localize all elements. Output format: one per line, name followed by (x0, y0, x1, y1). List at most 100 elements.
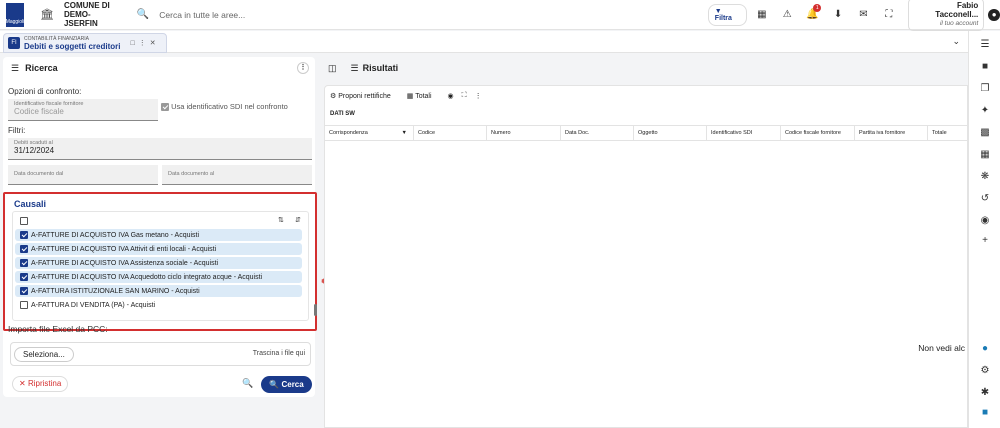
copy-icon[interactable]: ❐ (969, 83, 1000, 94)
causali-title: Causali (14, 199, 47, 209)
column-header[interactable]: Oggetto (634, 126, 707, 141)
usa-sdi-option[interactable]: Usa identificativo SDI nel confronto (161, 102, 288, 112)
warning-icon[interactable]: ⚠ (777, 9, 798, 20)
id-fiscale-value: Codice fiscale (14, 107, 64, 116)
totali-button[interactable]: ▦ Totali (407, 92, 440, 100)
debiti-value: 31/12/2024 (14, 146, 55, 155)
data-al-field[interactable]: Data documento al (162, 165, 312, 185)
book-icon[interactable]: ■ (969, 61, 1000, 72)
more-options-icon[interactable]: ⋮ (297, 62, 309, 74)
search-button[interactable]: 🔍 Cerca (261, 376, 312, 393)
column-header[interactable]: Totale (928, 126, 967, 141)
reset-label: Ripristina (27, 379, 62, 388)
list-item[interactable]: A-FATTURE DI ACQUISTO IVA Attivit di ent… (15, 243, 302, 255)
calculator-icon[interactable]: ▦ (969, 149, 1000, 160)
list-scrollbar[interactable] (314, 304, 317, 316)
item-checkbox[interactable] (20, 259, 28, 267)
filter-icon[interactable]: ▼ (402, 126, 407, 141)
accessibility-icon[interactable]: ✱ (969, 387, 1000, 398)
file-upload[interactable]: Seleziona... Trascina i file qui (10, 342, 311, 366)
item-checkbox[interactable] (20, 245, 28, 253)
item-label: A-FATTURE DI ACQUISTO IVA Attivit di ent… (31, 245, 217, 253)
results-header: ◫ ☰ Risultati (320, 57, 398, 79)
totali-label: Totali (415, 93, 432, 100)
sidebar-toggle-icon[interactable]: ◫ (328, 63, 337, 74)
select-file-button[interactable]: Seleziona... (14, 347, 74, 362)
column-header[interactable]: Codice (414, 126, 487, 141)
column-header[interactable]: Corrispondenza ▼ (325, 126, 414, 141)
sort-desc-icon[interactable]: ⇵ (295, 216, 301, 224)
data-dal-field[interactable]: Data documento dal (8, 165, 158, 185)
chevron-down-icon[interactable]: ⌄ (952, 36, 960, 47)
column-header[interactable]: Identificativo SDI (707, 126, 781, 141)
item-checkbox[interactable] (20, 301, 28, 309)
sort-asc-icon[interactable]: ⇅ (278, 216, 284, 224)
grid-toolbar: ⚙ Proponi rettifiche ▦ Totali ◉ ⛶ ⋮ (330, 92, 490, 100)
filter-label: Filtra (714, 14, 732, 22)
column-label: Totale (932, 130, 947, 136)
plus-icon[interactable]: + (969, 235, 1000, 246)
history-icon[interactable]: ↺ (969, 193, 1000, 204)
app-logo[interactable]: Maggioli (6, 2, 24, 27)
list-item[interactable]: A-FATTURE DI ACQUISTO IVA Assistenza soc… (15, 257, 302, 269)
chat-icon[interactable]: ■ (969, 407, 1000, 418)
column-label: Identificativo SDI (711, 130, 753, 136)
search-icon: 🔍 (269, 380, 280, 389)
debiti-scaduti-field[interactable]: Debiti scaduti al 31/12/2024 (8, 138, 312, 160)
usa-sdi-checkbox[interactable] (161, 103, 169, 112)
expand-icon[interactable]: ⛶ (462, 92, 467, 100)
zoom-search-icon[interactable]: 🔍 (242, 378, 253, 389)
proponi-label: Proponi rettifiche (338, 93, 391, 100)
global-search[interactable]: 🔍 Cerca in tutte le aree... (137, 9, 682, 20)
select-all-checkbox[interactable] (20, 217, 28, 225)
bell-icon[interactable]: 🔔 1 (802, 4, 823, 20)
user-menu[interactable]: Fabio Tacconell... il tuo account (907, 0, 985, 31)
data-al-label: Data documento al (168, 171, 215, 177)
location-icon[interactable]: ● (969, 343, 1000, 354)
select-all-row[interactable] (15, 215, 302, 227)
reset-button[interactable]: ✕ Ripristina (12, 376, 69, 392)
tab-debiti[interactable]: FI CONTABILITÀ FINANZIARIA Debiti e sogg… (3, 33, 167, 53)
close-icon[interactable]: ✕ (150, 40, 160, 47)
list-item[interactable]: A-FATTURE DI ACQUISTO IVA Gas metano - A… (15, 229, 302, 241)
download-icon[interactable]: ⬇ (827, 9, 848, 20)
column-label: Codice fiscale fornitore (785, 130, 841, 136)
list-item[interactable]: A-FATTURA DI VENDITA (PA) - Acquisti (15, 299, 302, 311)
pin-icon[interactable]: □ (130, 40, 138, 47)
search-input[interactable]: Cerca in tutte le aree... (159, 10, 245, 20)
bank-icon[interactable]: 🏛 (40, 8, 54, 21)
eye-icon[interactable]: ◉ (448, 92, 454, 100)
comune-name: COMUNE DI DEMO-JSERFIN (64, 1, 123, 28)
usa-sdi-label: Usa identificativo SDI nel confronto (171, 102, 288, 111)
column-header[interactable]: Numero (487, 126, 561, 141)
more-icon[interactable]: ⋮ (475, 92, 482, 100)
account-icon[interactable]: ● (988, 8, 1000, 21)
item-checkbox[interactable] (20, 231, 28, 239)
causali-list: ⇅ ⇵ A-FATTURE DI ACQUISTO IVA Gas metano… (12, 211, 317, 321)
mail-icon[interactable]: ✉ (853, 9, 874, 20)
search-panel: ☰ Ricerca ⋮ Opzioni di confronto: Identi… (3, 57, 317, 397)
item-checkbox[interactable] (20, 273, 28, 281)
list-item[interactable]: A-FATTURE DI ACQUISTO IVA Acquedotto cic… (15, 271, 302, 283)
filter-button[interactable]: ▼ Filtra (707, 3, 748, 26)
fullscreen-icon[interactable]: ⛶ (878, 9, 899, 20)
document-icon[interactable]: ▩ (969, 127, 1000, 138)
column-label: Codice (418, 130, 436, 136)
column-header[interactable]: Data Doc. (561, 126, 634, 141)
more-icon[interactable]: ⋮ (139, 40, 150, 47)
coins-icon[interactable]: ◉ (969, 215, 1000, 226)
wrench-icon[interactable]: ✦ (969, 105, 1000, 116)
list-item[interactable]: A-FATTURA ISTITUZIONALE SAN MARINO - Acq… (15, 285, 302, 297)
gear-icon[interactable]: ⚙ (969, 365, 1000, 376)
network-icon[interactable]: ❋ (969, 171, 1000, 182)
list-settings-icon[interactable]: ☰ (969, 39, 1000, 50)
column-header[interactable]: Partita iva fornitore (855, 126, 928, 141)
grid-header: Corrispondenza ▼ Codice Numero Data Doc. … (325, 125, 967, 141)
column-label: Oggetto (638, 130, 658, 136)
item-checkbox[interactable] (20, 287, 28, 295)
column-header[interactable]: Codice fiscale fornitore (781, 126, 855, 141)
proponi-button[interactable]: ⚙ Proponi rettifiche (330, 92, 399, 100)
search-panel-header: ☰ Ricerca ⋮ (3, 57, 315, 79)
grid-icon[interactable]: ▦ (751, 9, 772, 20)
column-label: Data Doc. (565, 130, 590, 136)
